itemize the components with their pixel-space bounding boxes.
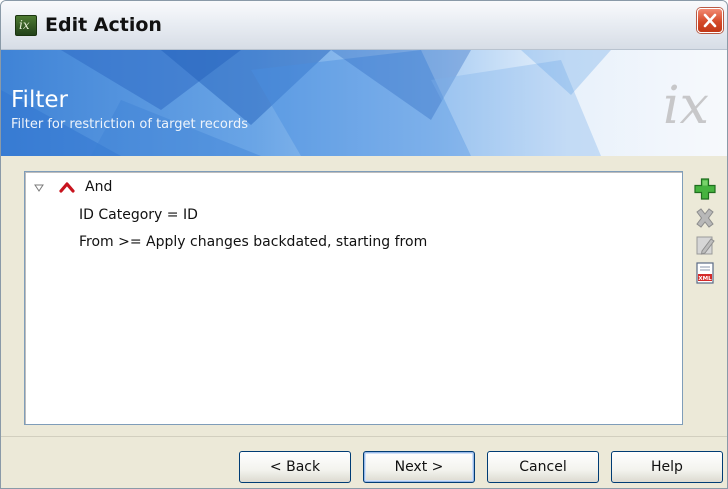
tree-condition[interactable]: From >= Apply changes backdated, startin… (79, 233, 427, 251)
app-icon-text: ix (19, 18, 30, 32)
tree-condition[interactable]: ID Category = ID (79, 206, 198, 224)
triangle-down-icon[interactable] (34, 184, 44, 192)
banner-graphic (1, 50, 611, 156)
plus-icon (694, 178, 716, 200)
banner-subtitle: Filter for restriction of target records (11, 117, 249, 132)
edit-icon (696, 236, 715, 255)
ix-logo: ix (663, 76, 709, 136)
svg-text:XML: XML (698, 276, 712, 282)
window-title: Edit Action (45, 14, 162, 36)
back-button[interactable]: < Back (239, 451, 351, 483)
delete-x-icon (696, 208, 714, 228)
tree-root-label[interactable]: And (85, 178, 112, 196)
edit-action-dialog: ix Edit Action Filter Filter for restric… (0, 0, 728, 489)
cancel-button[interactable]: Cancel (487, 451, 599, 483)
add-condition-button[interactable] (693, 177, 717, 201)
filter-tree[interactable]: And ID Category = ID From >= Apply chang… (24, 171, 683, 425)
close-icon (703, 13, 717, 28)
banner-title: Filter (11, 87, 68, 113)
close-button[interactable] (697, 8, 723, 33)
wizard-banner: Filter Filter for restriction of target … (1, 50, 727, 156)
xml-export-button[interactable]: XML (693, 261, 717, 285)
delete-condition-button[interactable] (693, 206, 717, 230)
title-bar[interactable]: ix Edit Action (1, 1, 727, 50)
xml-icon: XML (696, 262, 714, 284)
caret-up-icon (59, 182, 75, 193)
next-button[interactable]: Next > (363, 451, 475, 483)
edit-condition-button[interactable] (693, 233, 717, 257)
app-icon: ix (15, 15, 37, 36)
help-button[interactable]: Help (611, 451, 723, 483)
